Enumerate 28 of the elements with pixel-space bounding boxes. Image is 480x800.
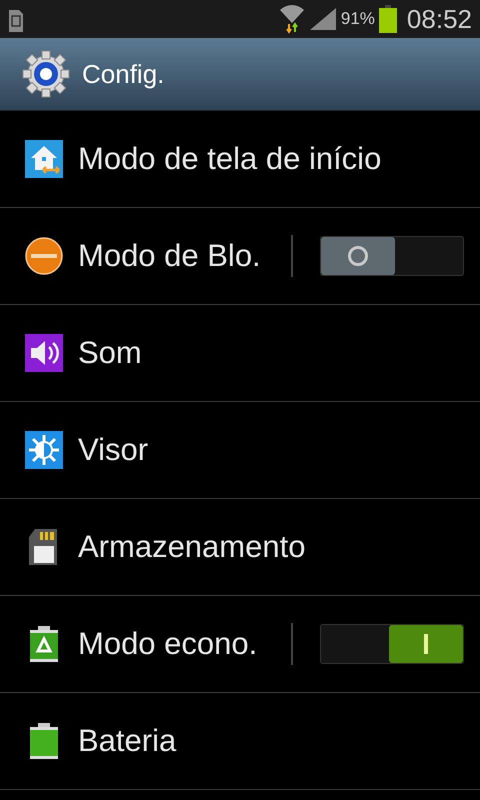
home-icon bbox=[25, 140, 63, 178]
item-label: Modo de Blo. bbox=[78, 238, 262, 274]
settings-item[interactable]: Modo de tela de início bbox=[0, 111, 480, 208]
signal-icon bbox=[308, 7, 337, 31]
toggle-switch[interactable] bbox=[320, 624, 464, 664]
settings-item[interactable]: Bateria bbox=[0, 693, 480, 790]
wifi-icon bbox=[278, 4, 305, 34]
item-label: Modo econo. bbox=[78, 626, 258, 662]
minus-circle-icon bbox=[25, 237, 63, 275]
battery-percent: 91% bbox=[340, 9, 375, 29]
settings-item[interactable]: Modo econo. bbox=[0, 596, 480, 693]
item-label: Som bbox=[78, 335, 143, 371]
settings-item[interactable]: Visor bbox=[0, 402, 480, 499]
settings-item[interactable]: Modo de Blo. bbox=[0, 208, 480, 305]
clock: 08:52 bbox=[406, 4, 472, 34]
toggle-switch[interactable] bbox=[320, 236, 464, 276]
item-label: Visor bbox=[78, 432, 150, 468]
item-label: Modo de tela de início bbox=[78, 141, 382, 177]
screen-title: Config. bbox=[82, 58, 164, 90]
speaker-icon bbox=[25, 334, 63, 372]
settings-icon bbox=[22, 50, 70, 98]
item-label: Bateria bbox=[78, 723, 178, 759]
sim-card-icon bbox=[8, 9, 24, 33]
sun-icon bbox=[25, 431, 63, 469]
battery-icon bbox=[378, 5, 397, 33]
item-label: Armazenamento bbox=[78, 529, 306, 565]
settings-item[interactable]: Som bbox=[0, 305, 480, 402]
settings-item[interactable]: Armazenamento bbox=[0, 499, 480, 596]
